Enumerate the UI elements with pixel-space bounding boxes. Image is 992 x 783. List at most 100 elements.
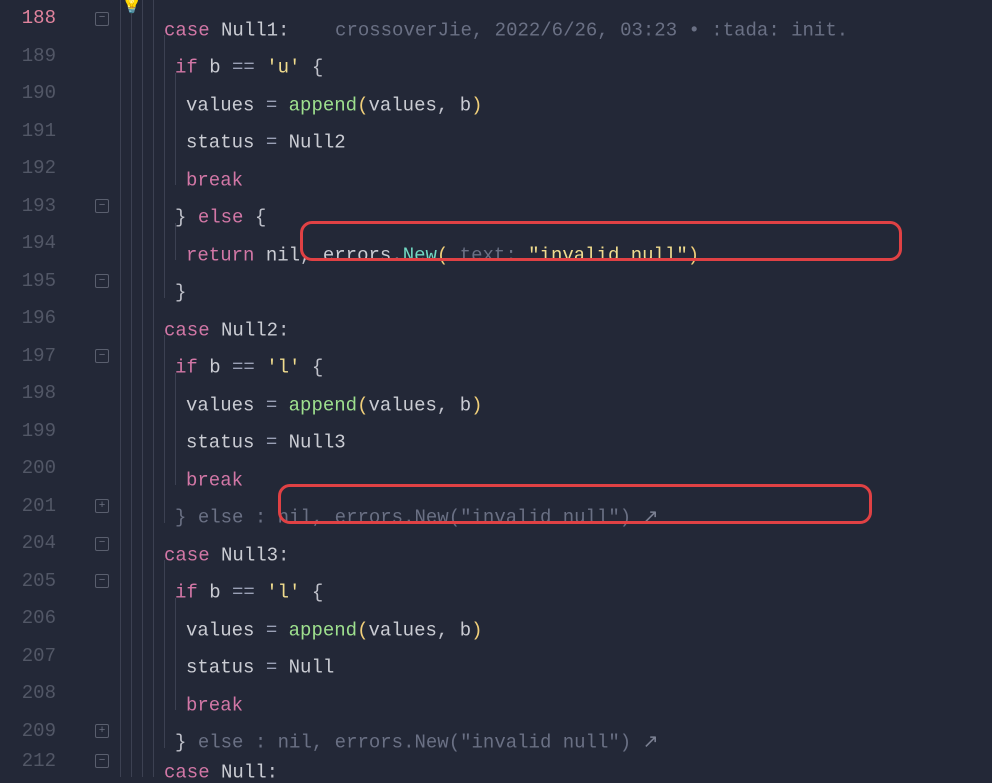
code-line[interactable]: 196 case Null2: — [0, 300, 992, 338]
indent-guide — [153, 485, 164, 523]
indent-guide — [164, 673, 175, 711]
line-number: 201 — [0, 497, 66, 516]
code-content[interactable]: case Null1: crossoverJie, 2022/6/26, 03:… — [120, 0, 992, 40]
code-content[interactable]: status = Null2 — [120, 110, 992, 153]
fold-expand-icon[interactable] — [95, 499, 109, 513]
indent-guide — [131, 523, 142, 561]
indent-guide — [153, 223, 164, 261]
fold-collapse-icon[interactable] — [95, 754, 109, 768]
indent-guide — [175, 635, 186, 673]
code-line[interactable]: 188case Null1: crossoverJie, 2022/6/26, … — [0, 0, 992, 38]
fold-gutter[interactable] — [84, 537, 120, 551]
code-content[interactable]: status = Null3 — [120, 410, 992, 453]
fold-expand-icon[interactable] — [95, 724, 109, 738]
indent-guide — [175, 410, 186, 448]
code-content[interactable]: } — [120, 260, 992, 303]
fold-gutter[interactable] — [84, 724, 120, 738]
code-line[interactable]: 190 values = append(values, b) — [0, 75, 992, 113]
indent-guide — [175, 73, 186, 111]
fold-collapse-icon[interactable] — [95, 537, 109, 551]
line-number: 204 — [0, 534, 66, 553]
indent-guide — [153, 35, 164, 73]
code-content[interactable]: } else : nil, errors.New("invalid null")… — [120, 485, 992, 528]
line-number: 190 — [0, 84, 66, 103]
code-line[interactable]: 204 case Null3: — [0, 525, 992, 563]
fold-gutter[interactable] — [84, 12, 120, 26]
indent-guide — [142, 485, 153, 523]
indent-guide — [131, 298, 142, 336]
line-number: 199 — [0, 422, 66, 441]
indent-guide — [153, 0, 164, 35]
intention-bulb-icon[interactable]: 💡 — [122, 0, 142, 16]
fold-collapse-icon[interactable] — [95, 574, 109, 588]
indent-guide — [120, 35, 131, 73]
indent-guide — [164, 485, 175, 523]
indent-guide — [142, 185, 153, 223]
code-content[interactable]: values = append(values, b) — [120, 373, 992, 416]
indent-guide — [153, 373, 164, 411]
indent-guide — [153, 335, 164, 373]
code-content[interactable]: } else { — [120, 185, 992, 228]
code-content[interactable]: status = Null — [120, 635, 992, 678]
indent-guide — [131, 560, 142, 598]
indent-guide — [131, 35, 142, 73]
code-line[interactable]: 212case Null: — [0, 750, 992, 772]
code-content[interactable]: if b == 'u' { — [120, 35, 992, 78]
indent-guide — [142, 635, 153, 673]
indent-guide — [175, 673, 186, 711]
line-number: 191 — [0, 122, 66, 141]
code-line[interactable]: 206values = append(values, b) — [0, 600, 992, 638]
code-editor[interactable]: 188case Null1: crossoverJie, 2022/6/26, … — [0, 0, 992, 772]
indent-guide — [153, 260, 164, 298]
code-content[interactable]: break — [120, 448, 992, 491]
code-content[interactable]: case Null3: — [120, 523, 992, 566]
indent-guide — [131, 673, 142, 711]
fold-gutter[interactable] — [84, 199, 120, 213]
fold-collapse-icon[interactable] — [95, 274, 109, 288]
indent-guide — [153, 298, 164, 336]
fold-gutter[interactable] — [84, 499, 120, 513]
fold-gutter[interactable] — [84, 574, 120, 588]
code-line[interactable]: 207status = Null — [0, 638, 992, 676]
code-line[interactable]: 192break — [0, 150, 992, 188]
indent-guide — [120, 410, 131, 448]
code-line[interactable]: 194return nil, errors.New( text: "invali… — [0, 225, 992, 263]
line-number: 196 — [0, 309, 66, 328]
code-content[interactable]: values = append(values, b) — [120, 73, 992, 116]
code-line[interactable]: 200break — [0, 450, 992, 488]
code-line[interactable]: 199 status = Null3 — [0, 413, 992, 451]
fold-gutter[interactable] — [84, 274, 120, 288]
code-content[interactable]: break — [120, 148, 992, 191]
code-line[interactable]: 208break — [0, 675, 992, 713]
code-line[interactable]: 198values = append(values, b) — [0, 375, 992, 413]
indent-guide — [120, 373, 131, 411]
code-content[interactable]: case Null: — [120, 740, 992, 783]
code-line[interactable]: 205if b == 'l' { — [0, 563, 992, 601]
code-line[interactable]: 189if b == 'u' { — [0, 38, 992, 76]
fold-collapse-icon[interactable] — [95, 12, 109, 26]
fold-collapse-icon[interactable] — [95, 349, 109, 363]
indent-guide — [131, 185, 142, 223]
fold-gutter[interactable] — [84, 349, 120, 363]
code-content[interactable]: if b == 'l' { — [120, 560, 992, 603]
indent-guide — [142, 260, 153, 298]
code-line[interactable]: 195} — [0, 263, 992, 301]
code-content[interactable]: values = append(values, b) — [120, 598, 992, 641]
fold-gutter[interactable] — [84, 754, 120, 768]
indent-guide — [142, 298, 153, 336]
fold-collapse-icon[interactable] — [95, 199, 109, 213]
indent-guide — [142, 410, 153, 448]
code-content[interactable]: if b == 'l' { — [120, 335, 992, 378]
code-line[interactable]: 201 } else : nil, errors.New("invalid nul… — [0, 488, 992, 526]
indent-guide — [131, 335, 142, 373]
indent-guide — [120, 448, 131, 486]
code-content[interactable]: break — [120, 673, 992, 716]
code-line[interactable]: 193} else { — [0, 188, 992, 226]
code-content[interactable]: case Null2: — [120, 298, 992, 341]
code-line[interactable]: 191 status = Null2 — [0, 113, 992, 151]
indent-guide — [142, 335, 153, 373]
code-line[interactable]: 197if b == 'l' { — [0, 338, 992, 376]
indent-guide — [131, 260, 142, 298]
code-content[interactable]: return nil, errors.New( text: "invalid n… — [120, 223, 992, 266]
indent-guide — [142, 223, 153, 261]
